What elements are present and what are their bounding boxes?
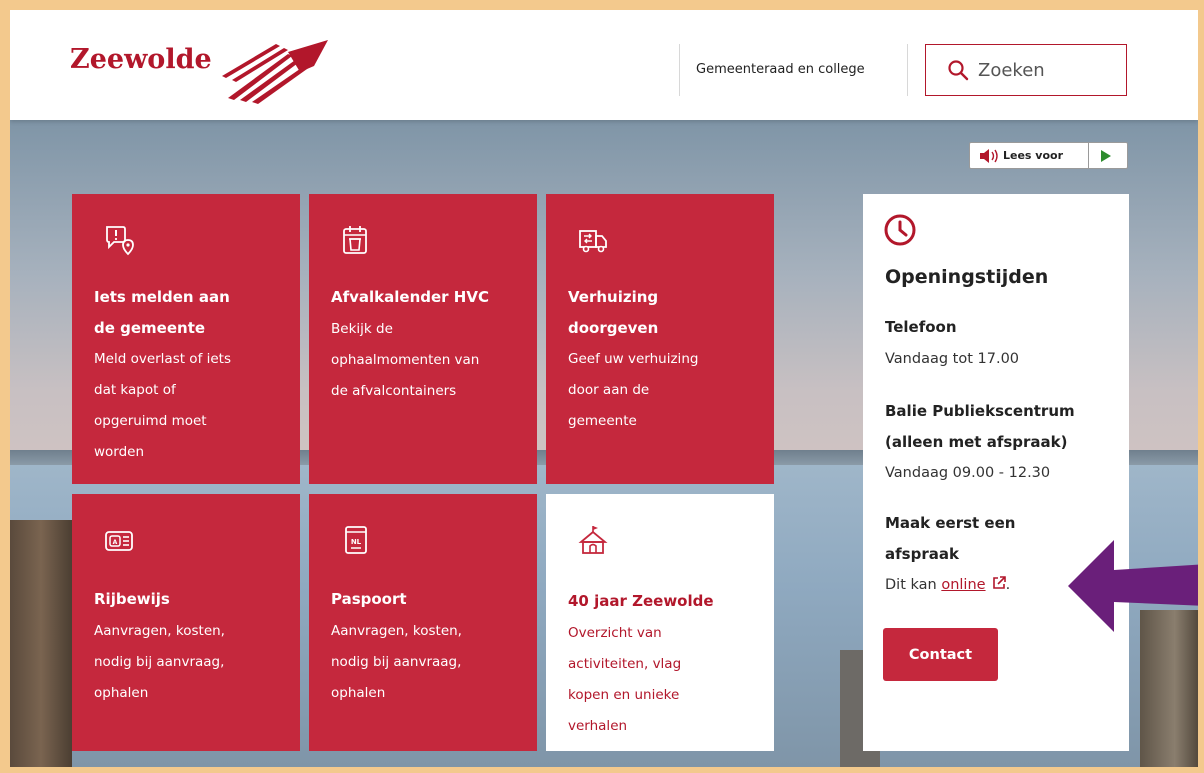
tile-description: gemeente	[568, 413, 637, 429]
desk-label-note: (alleen met afspraak)	[885, 433, 1068, 451]
tile-description: dat kapot of	[94, 382, 176, 398]
desk-label: Balie Publiekscentrum	[885, 402, 1075, 420]
search-box[interactable]	[925, 44, 1127, 96]
tile-description: de afvalcontainers	[331, 383, 457, 399]
tile-description: verhalen	[568, 718, 628, 734]
search-input[interactable]	[978, 55, 1118, 85]
tile-description: Aanvragen, kosten,	[331, 623, 462, 639]
tile-description: Aanvragen, kosten,	[94, 623, 225, 639]
appointment-prefix: Dit kan	[885, 577, 937, 593]
annotation-arrow-icon	[1068, 540, 1198, 632]
header-divider	[679, 44, 680, 96]
passport-icon: NL	[345, 526, 367, 554]
background-post	[10, 520, 72, 767]
tile-description: nodig bij aanvraag,	[331, 654, 462, 670]
tile-drivers-license[interactable]: A Rijbewijs Aanvragen, kosten, nodig bij…	[72, 494, 300, 751]
tile-description: Bekijk de	[331, 321, 393, 337]
tile-description: Geef uw verhuizing	[568, 351, 699, 367]
tile-passport[interactable]: NL Paspoort Aanvragen, kosten, nodig bij…	[309, 494, 537, 751]
tile-description: worden	[94, 444, 145, 460]
appointment-label: Maak eerst een	[885, 514, 1016, 532]
appointment-label-2: afspraak	[885, 545, 959, 563]
search-icon[interactable]	[946, 58, 970, 82]
tile-waste-calendar[interactable]: Afvalkalender HVC Bekijk de ophaalmoment…	[309, 194, 537, 484]
logo-icon[interactable]	[218, 36, 338, 106]
tile-description: kopen en unieke	[568, 687, 680, 703]
page-frame: Zeewolde Gemeenteraad en college Zoeken …	[10, 10, 1198, 767]
online-appointment-link[interactable]: online	[941, 577, 985, 593]
read-aloud-label[interactable]: Lees voor	[1003, 149, 1063, 162]
tile-report-issue[interactable]: Iets melden aan de gemeente Meld overlas…	[72, 194, 300, 484]
tile-description: Overzicht van	[568, 625, 662, 641]
site-logo-text[interactable]: Zeewolde	[70, 44, 212, 75]
tile-description: ophalen	[331, 685, 386, 701]
opening-hours-title: Openingstijden	[885, 266, 1049, 288]
tile-description: ophaalmomenten van	[331, 352, 480, 368]
tile-title: Paspoort	[331, 590, 407, 608]
external-link-icon[interactable]	[992, 576, 1006, 590]
phone-label: Telefoon	[885, 318, 957, 336]
site-header: Zeewolde Gemeenteraad en college	[10, 10, 1198, 120]
calendar-bin-icon	[343, 226, 367, 254]
read-aloud-widget[interactable]: Lees voor	[969, 142, 1128, 169]
tile-title: Iets melden aan	[94, 288, 230, 306]
moving-truck-icon	[579, 230, 607, 253]
read-aloud-divider	[1088, 143, 1089, 168]
driving-license-icon: A	[105, 531, 133, 551]
header-divider	[907, 44, 908, 96]
tile-40-years[interactable]: 40 jaar Zeewolde Overzicht van activitei…	[546, 494, 774, 751]
tile-description: ophalen	[94, 685, 149, 701]
opening-hours-panel: Openingstijden Telefoon Vandaag tot 17.0…	[863, 194, 1129, 751]
tile-description: activiteiten, vlag	[568, 656, 682, 672]
svg-text:A: A	[113, 539, 118, 546]
play-icon[interactable]	[1101, 150, 1111, 162]
nav-link-council[interactable]: Gemeenteraad en college	[696, 62, 865, 77]
tile-moving[interactable]: Verhuizing doorgeven Geef uw verhuizing …	[546, 194, 774, 484]
appointment-text: Dit kan online .	[885, 570, 1010, 601]
clock-icon	[884, 214, 916, 246]
contact-button[interactable]: Contact	[883, 628, 998, 681]
tile-title: Afvalkalender HVC	[331, 288, 489, 306]
tile-description: opgeruimd moet	[94, 413, 207, 429]
background-post	[1140, 610, 1198, 767]
tent-icon	[578, 526, 608, 554]
tile-description: door aan de	[568, 382, 650, 398]
speaker-icon	[980, 149, 998, 163]
phone-hours: Vandaag tot 17.00	[885, 351, 1020, 367]
tile-title: de gemeente	[94, 319, 206, 337]
appointment-suffix: .	[1005, 577, 1011, 593]
tile-description: nodig bij aanvraag,	[94, 654, 225, 670]
tile-description: Meld overlast of iets	[94, 351, 231, 367]
tile-title: Rijbewijs	[94, 590, 170, 608]
report-location-icon	[106, 226, 134, 256]
tile-title: 40 jaar Zeewolde	[568, 592, 714, 610]
tile-title: Verhuizing	[568, 288, 659, 306]
tile-title: doorgeven	[568, 319, 659, 337]
svg-text:NL: NL	[351, 538, 362, 546]
desk-hours: Vandaag 09.00 - 12.30	[885, 465, 1051, 481]
